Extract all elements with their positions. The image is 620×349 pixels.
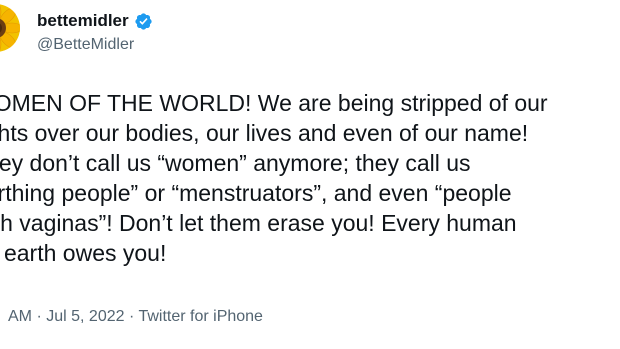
verified-badge-icon [134, 12, 153, 31]
tweet-line: WOMEN OF THE WORLD! We are being strippe… [0, 90, 548, 116]
avatar[interactable] [0, 4, 20, 52]
author-row: bettemidler [37, 9, 153, 33]
tweet-meta: AM · Jul 5, 2022 · Twitter for iPhone [8, 308, 263, 326]
display-name[interactable]: bettemidler [37, 11, 129, 31]
tweet-line: “birthing people” or “menstruators”, and… [0, 180, 512, 206]
handle[interactable]: @BetteMidler [37, 36, 134, 54]
timestamp-date[interactable]: Jul 5, 2022 [46, 308, 124, 325]
tweet-source: Twitter for iPhone [138, 308, 263, 325]
tweet-text: WOMEN OF THE WORLD! We are being strippe… [0, 88, 620, 268]
meta-separator: · [128, 308, 135, 325]
sunflower-icon [0, 4, 20, 52]
meta-separator: · [36, 308, 42, 325]
timestamp-time[interactable]: AM [8, 308, 32, 325]
tweet-line: rights over our bodies, our lives and ev… [0, 120, 529, 146]
tweet-line: They don’t call us “women” anymore; they… [0, 150, 471, 176]
tweet-line: on earth owes you! [0, 240, 167, 266]
tweet-line: with vaginas”! Don’t let them erase you!… [0, 210, 517, 236]
tweet: bettemidler @BetteMidler WOMEN OF THE WO… [0, 0, 620, 349]
